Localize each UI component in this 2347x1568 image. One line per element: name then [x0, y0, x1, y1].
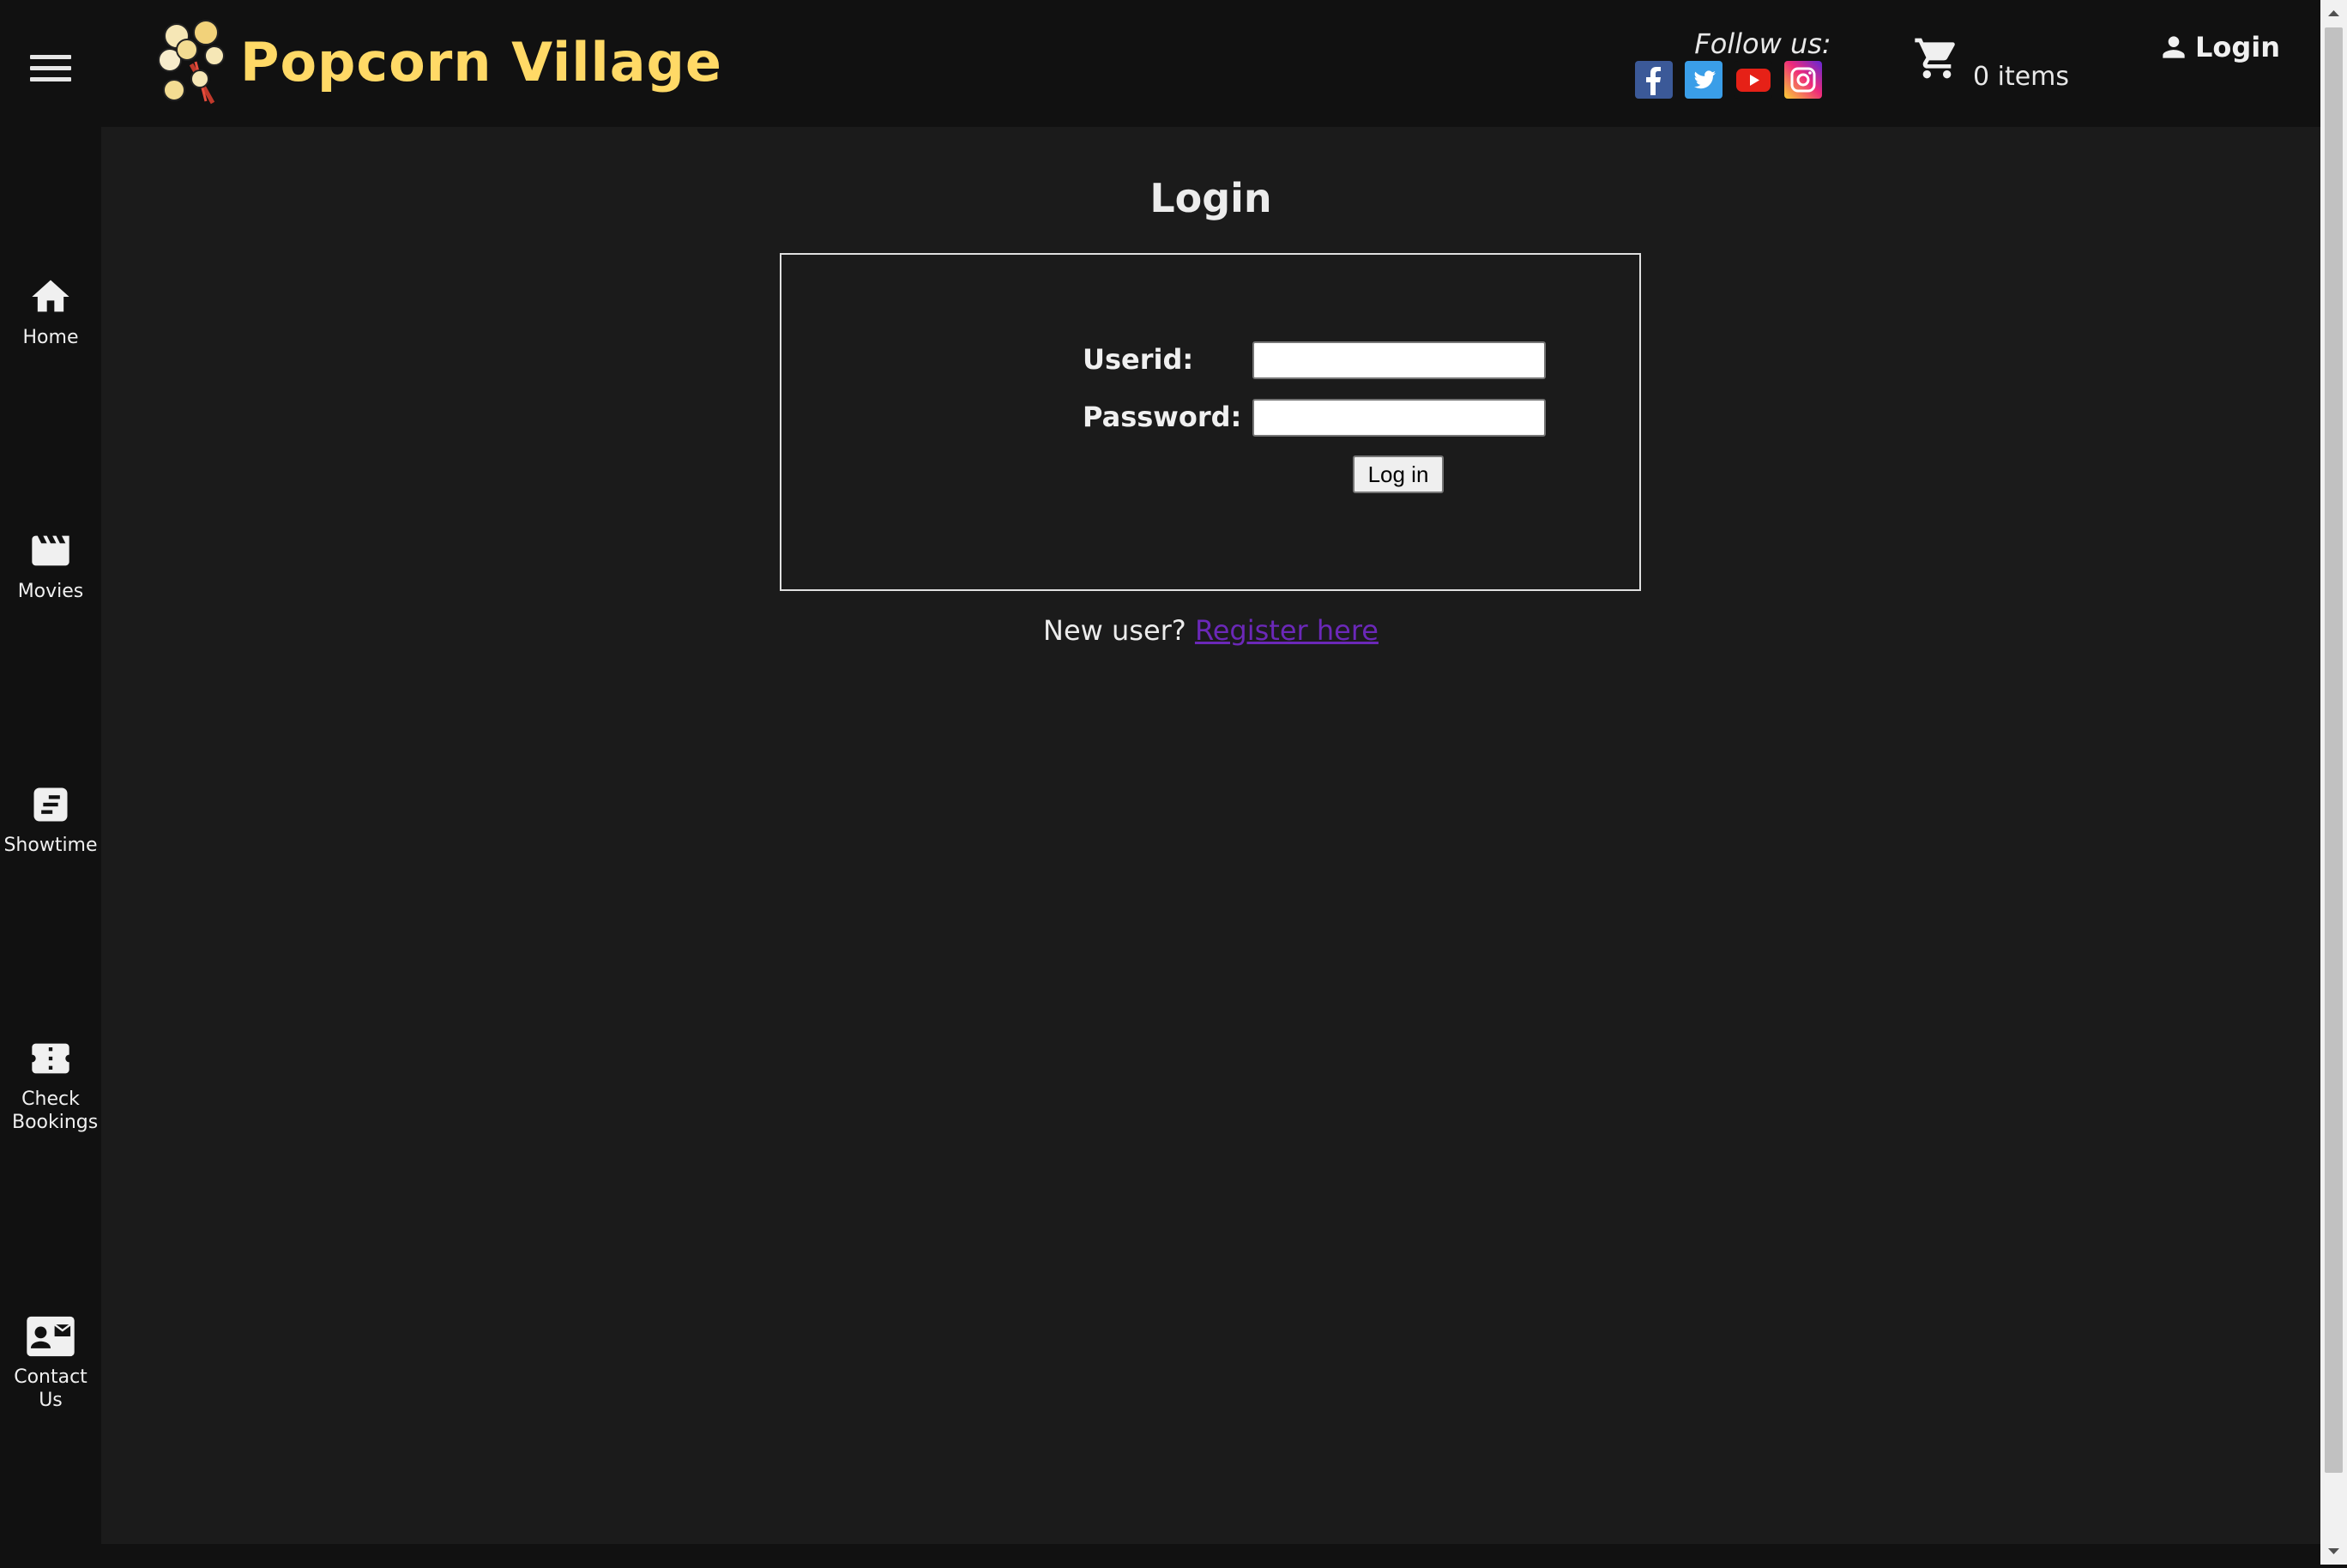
sidebar-item-label: Showtime [3, 835, 98, 856]
home-icon [32, 280, 69, 312]
main-content: Login Userid: Password: Log in New user?… [101, 127, 2320, 1544]
register-link[interactable]: Register here [1195, 614, 1379, 647]
schedule-icon [33, 787, 68, 822]
sidebar-item-movies[interactable]: Movies [0, 528, 101, 603]
contact-card-icon [27, 1316, 75, 1357]
popcorn-logo-icon[interactable] [153, 17, 230, 107]
sidebar-item-showtime[interactable]: Showtime [0, 782, 101, 857]
twitter-icon[interactable] [1685, 61, 1723, 99]
password-input[interactable] [1252, 399, 1546, 437]
page-title: Login [1149, 175, 1272, 221]
scrollbar-thumb[interactable] [2325, 27, 2343, 1473]
userid-label: Userid: [1083, 343, 1194, 376]
user-icon [2163, 36, 2185, 58]
shopping-cart-icon [1915, 38, 1955, 79]
register-prompt: New user? Register here [101, 614, 2320, 647]
sidebar-item-label: Contact Us [14, 1366, 87, 1411]
header-login-label: Login [2195, 31, 2281, 63]
hamburger-menu-icon[interactable] [30, 55, 71, 81]
scroll-down-arrow-icon[interactable] [2320, 1539, 2347, 1565]
cart-count-label: 0 items [1973, 62, 2070, 92]
userid-input[interactable] [1252, 341, 1546, 379]
follow-us-label: Follow us: [1694, 27, 1831, 60]
bottom-strip [0, 1544, 2320, 1565]
instagram-icon[interactable] [1784, 61, 1822, 99]
sidebar-nav: Home Movies Showtime Check Bookings Cont… [0, 127, 101, 1565]
facebook-icon[interactable] [1635, 61, 1673, 99]
new-user-text: New user? [1043, 614, 1186, 647]
site-brand-title[interactable]: Popcorn Village [240, 31, 722, 93]
ticket-icon [32, 1043, 69, 1074]
vertical-scrollbar[interactable] [2320, 0, 2347, 1565]
youtube-icon[interactable] [1735, 61, 1772, 99]
password-label: Password: [1083, 401, 1242, 433]
login-form: Userid: Password: Log in [780, 253, 1641, 591]
sidebar-item-contact-us[interactable]: Contact Us [0, 1314, 101, 1412]
login-submit-button[interactable]: Log in [1353, 455, 1444, 493]
sidebar-item-label: Home [22, 327, 79, 348]
sidebar-item-label: Check Bookings [12, 1089, 99, 1133]
sidebar-item-home[interactable]: Home [0, 274, 101, 349]
sidebar-item-check-bookings[interactable]: Check Bookings [0, 1036, 101, 1134]
scroll-up-arrow-icon[interactable] [2320, 0, 2347, 26]
top-header: Popcorn Village Follow us: 0 items Login [0, 0, 2320, 127]
clapperboard-icon [32, 535, 69, 566]
cart-button[interactable]: 0 items [1913, 34, 2102, 94]
sidebar-item-label: Movies [17, 581, 84, 602]
